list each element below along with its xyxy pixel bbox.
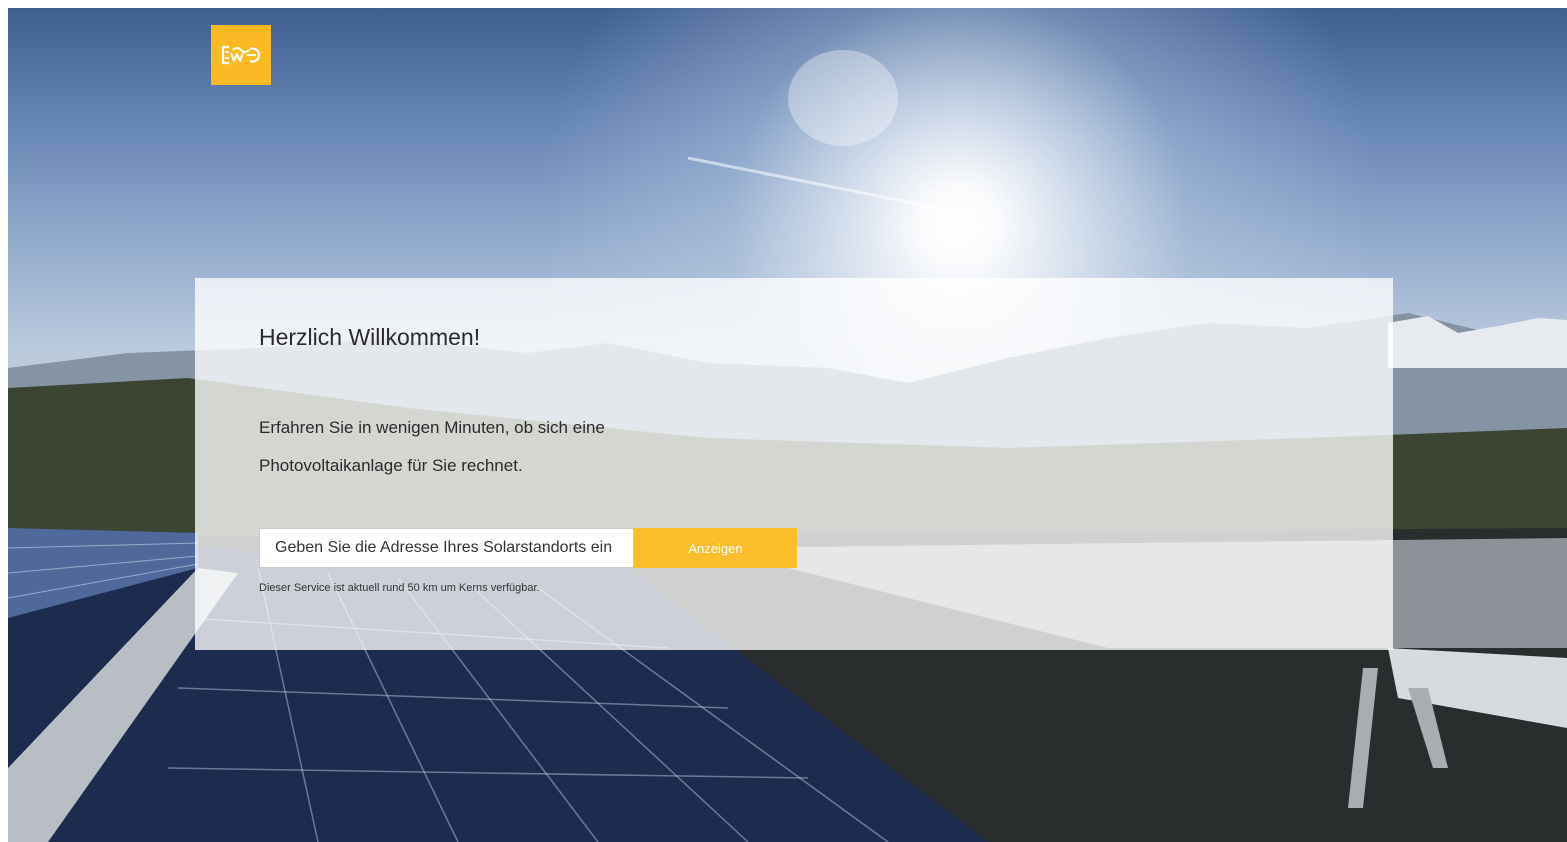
ewo-logo[interactable]: [211, 25, 271, 85]
service-area-note: Dieser Service ist aktuell rund 50 km um…: [259, 582, 540, 594]
intro-text: Erfahren Sie in wenigen Minuten, ob sich…: [259, 418, 605, 475]
ewo-logo-icon: [221, 45, 261, 65]
page: Herzlich Willkommen! Erfahren Sie in wen…: [0, 0, 1567, 842]
page-title: Herzlich Willkommen!: [259, 324, 481, 350]
show-button[interactable]: Anzeigen: [634, 528, 797, 568]
welcome-card: Herzlich Willkommen! Erfahren Sie in wen…: [195, 278, 1393, 650]
address-search-form: Anzeigen: [259, 528, 797, 568]
address-search-input[interactable]: [259, 528, 634, 568]
